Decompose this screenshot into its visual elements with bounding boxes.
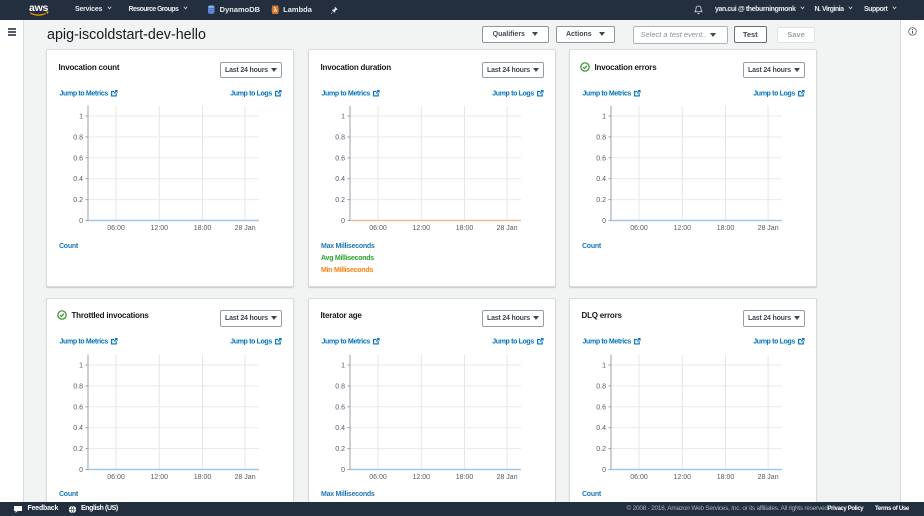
svg-text:0.6: 0.6: [335, 155, 345, 162]
svg-text:06:00: 06:00: [369, 473, 387, 480]
svg-text:1: 1: [602, 362, 606, 369]
svg-text:18:00: 18:00: [193, 473, 211, 480]
svg-text:0.4: 0.4: [596, 176, 606, 183]
svg-text:0.6: 0.6: [335, 404, 345, 411]
svg-text:0.2: 0.2: [596, 197, 606, 204]
svg-text:0.6: 0.6: [596, 155, 606, 162]
svg-text:06:00: 06:00: [107, 473, 125, 480]
svg-text:0: 0: [602, 218, 606, 225]
svg-text:28 Jan: 28 Jan: [757, 225, 778, 232]
svg-text:06:00: 06:00: [630, 473, 648, 480]
svg-text:0.4: 0.4: [73, 176, 83, 183]
svg-text:1: 1: [341, 362, 345, 369]
svg-text:0.8: 0.8: [596, 134, 606, 141]
svg-text:0: 0: [602, 467, 606, 474]
svg-text:28 Jan: 28 Jan: [757, 473, 778, 480]
svg-text:0.2: 0.2: [335, 197, 345, 204]
svg-text:0.2: 0.2: [335, 446, 345, 453]
svg-text:28 Jan: 28 Jan: [234, 473, 255, 480]
svg-text:06:00: 06:00: [369, 225, 387, 232]
svg-text:0.4: 0.4: [596, 425, 606, 432]
svg-text:12:00: 12:00: [412, 225, 430, 232]
svg-text:0: 0: [79, 218, 83, 225]
svg-text:0.4: 0.4: [335, 176, 345, 183]
svg-text:1: 1: [341, 114, 345, 121]
svg-text:0: 0: [341, 467, 345, 474]
svg-text:0.8: 0.8: [73, 383, 83, 390]
svg-text:0.6: 0.6: [596, 404, 606, 411]
svg-text:aws: aws: [29, 3, 49, 14]
svg-text:12:00: 12:00: [150, 225, 168, 232]
svg-text:12:00: 12:00: [150, 473, 168, 480]
svg-text:0: 0: [341, 218, 345, 225]
svg-text:1: 1: [79, 362, 83, 369]
svg-text:0.2: 0.2: [73, 197, 83, 204]
svg-text:0.8: 0.8: [335, 383, 345, 390]
svg-text:28 Jan: 28 Jan: [496, 225, 517, 232]
svg-text:0.4: 0.4: [73, 425, 83, 432]
svg-text:0.8: 0.8: [73, 134, 83, 141]
svg-text:λ: λ: [273, 6, 277, 14]
svg-text:0.6: 0.6: [73, 404, 83, 411]
svg-text:12:00: 12:00: [673, 473, 691, 480]
svg-text:28 Jan: 28 Jan: [496, 473, 517, 480]
svg-text:0: 0: [79, 467, 83, 474]
svg-text:1: 1: [602, 114, 606, 121]
svg-text:06:00: 06:00: [107, 225, 125, 232]
svg-text:18:00: 18:00: [455, 473, 473, 480]
svg-text:12:00: 12:00: [412, 473, 430, 480]
svg-text:0.8: 0.8: [596, 383, 606, 390]
svg-text:0.6: 0.6: [73, 155, 83, 162]
svg-text:0.2: 0.2: [596, 446, 606, 453]
svg-text:18:00: 18:00: [455, 225, 473, 232]
svg-text:0.4: 0.4: [335, 425, 345, 432]
svg-text:18:00: 18:00: [716, 473, 734, 480]
svg-text:0.2: 0.2: [73, 446, 83, 453]
svg-text:18:00: 18:00: [716, 225, 734, 232]
svg-text:0.8: 0.8: [335, 134, 345, 141]
svg-text:06:00: 06:00: [630, 225, 648, 232]
svg-text:18:00: 18:00: [193, 225, 211, 232]
svg-text:1: 1: [79, 114, 83, 121]
svg-text:12:00: 12:00: [673, 225, 691, 232]
svg-text:28 Jan: 28 Jan: [234, 225, 255, 232]
